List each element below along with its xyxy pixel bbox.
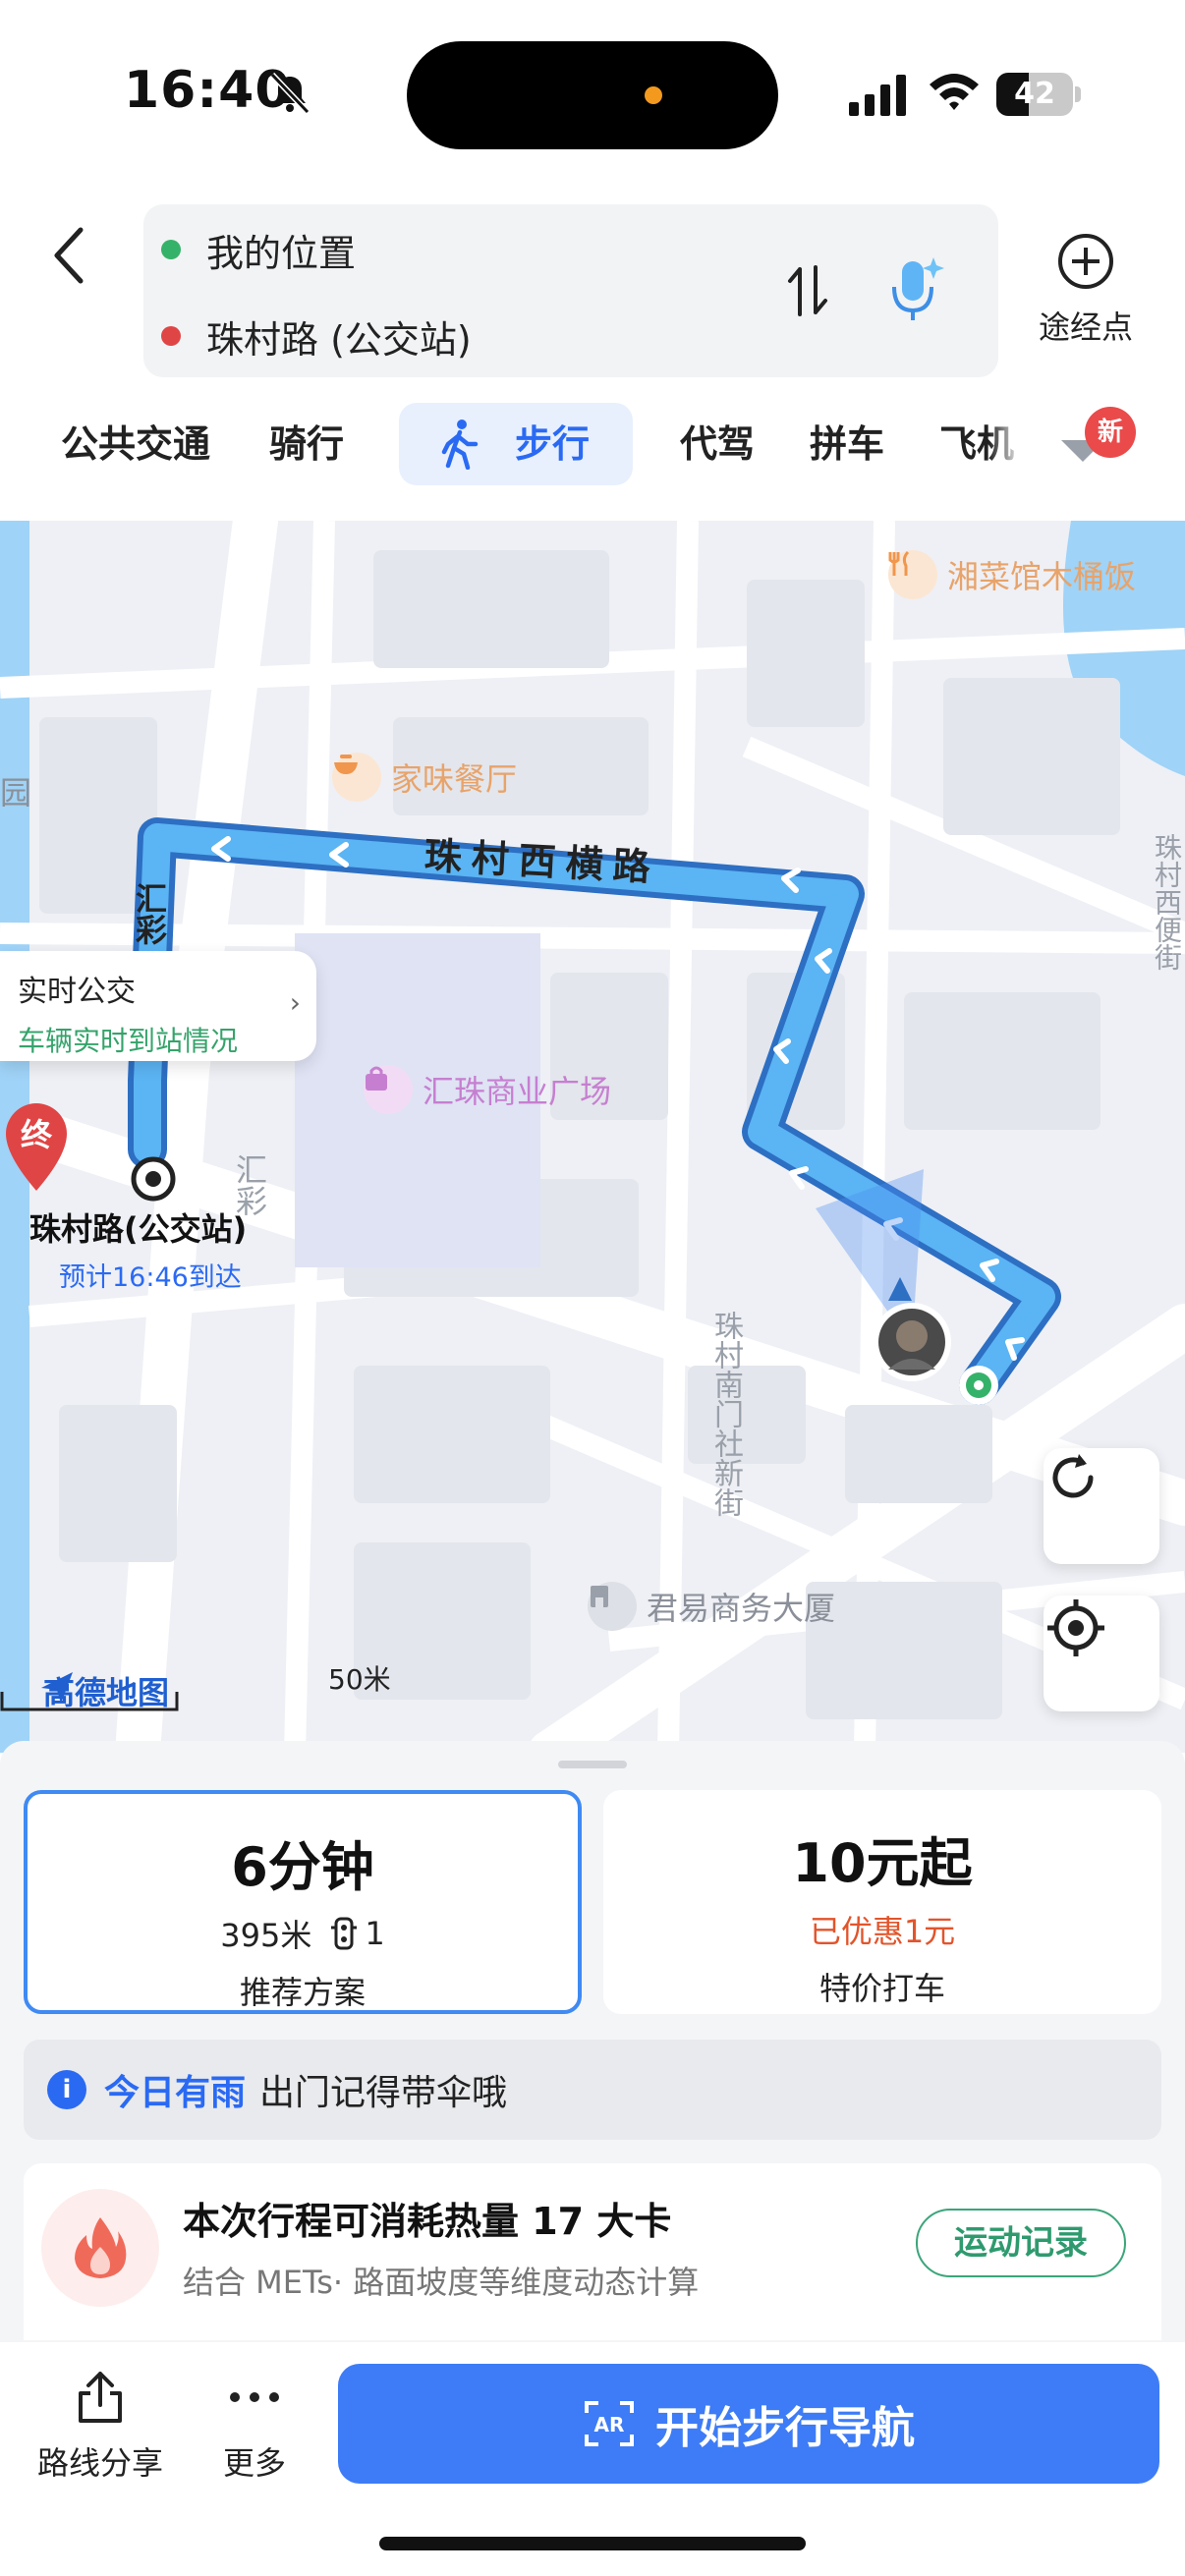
plus-circle-icon: [1058, 234, 1113, 289]
callout-title: 实时公交: [18, 975, 136, 1009]
weather-tip-bar[interactable]: i 今日有雨 出门记得带伞哦: [24, 2040, 1161, 2140]
walking-meta: 395米 1: [28, 1911, 578, 1956]
shopping-bag-icon: [364, 1065, 413, 1114]
info-icon: i: [47, 2070, 86, 2109]
wifi-icon: [930, 74, 979, 110]
more-button[interactable]: 更多: [200, 2368, 309, 2490]
restaurant-icon: [888, 550, 937, 599]
bowl-icon: [332, 753, 381, 802]
cellular-signal-icon: [849, 75, 906, 116]
share-icon: [79, 2372, 122, 2423]
destination-field[interactable]: 珠村路 (公交站): [161, 307, 472, 365]
tab-carpool[interactable]: 拼车: [810, 403, 884, 485]
tab-transit[interactable]: 公共交通: [61, 403, 210, 485]
new-badge: 新: [1085, 407, 1136, 458]
road-label-south-gate: 珠村南门社新街: [708, 1311, 743, 1517]
callout-subtitle: 车辆实时到站情况: [18, 1025, 239, 1057]
map-edge-label: 园: [0, 774, 32, 812]
svg-text:终: 终: [21, 1116, 53, 1153]
chevron-right-icon: ›: [289, 986, 301, 1019]
sheet-handle[interactable]: [558, 1761, 627, 1768]
destination-name: 珠村路(公交站): [29, 1210, 248, 1248]
origin-field[interactable]: 我的位置: [161, 220, 356, 279]
tab-cycling[interactable]: 骑行: [269, 403, 344, 485]
clock: 16:40: [124, 61, 292, 120]
tab-flight[interactable]: 飞机: [939, 403, 1022, 485]
taxi-discount: 已优惠1元: [809, 1913, 956, 1950]
privacy-indicator: [645, 86, 662, 104]
poi-mall-label: 汇珠商业广场: [423, 1073, 612, 1110]
back-button[interactable]: [39, 216, 98, 295]
add-waypoint-button[interactable]: 途经点: [1022, 232, 1150, 350]
map-canvas: [0, 521, 1185, 1753]
walking-plan-card[interactable]: 6分钟 395米 1 推荐方案: [24, 1790, 582, 2014]
more-label: 更多: [222, 2444, 286, 2482]
silent-bell-icon: [269, 72, 310, 115]
start-walking-navigation-button[interactable]: AR 开始步行导航: [338, 2364, 1159, 2484]
poi-hunan-label: 湘菜馆木桶饭: [947, 558, 1137, 595]
poi-building-label: 君易商务大厦: [647, 1590, 836, 1627]
ar-icon: AR: [585, 2401, 634, 2446]
more-dots-icon: [230, 2392, 279, 2402]
origin-dot: [161, 240, 181, 259]
taxi-price: 10元起: [792, 1832, 973, 1894]
share-label: 路线分享: [36, 2444, 163, 2482]
home-indicator: [379, 2537, 806, 2550]
swap-button[interactable]: [780, 259, 835, 322]
calorie-card: 本次行程可消耗热量 17 大卡 结合 METs· 路面坡度等维度动态计算 运动记…: [24, 2163, 1161, 2340]
voice-input-button[interactable]: [884, 252, 947, 326]
exercise-record-button[interactable]: 运动记录: [916, 2209, 1126, 2277]
chevron-left-icon: [54, 227, 84, 284]
refresh-button[interactable]: [1044, 1448, 1159, 1564]
road-label-huicai: 汇彩: [131, 882, 168, 945]
weather-title: 今日有雨: [104, 2073, 247, 2113]
building-icon: [588, 1582, 637, 1631]
poi-office-building[interactable]: 君易商务大厦: [588, 1582, 835, 1631]
status-bar: 16:40 42: [0, 0, 1185, 187]
swap-arrows-icon: [788, 265, 827, 316]
destination-pin-icon: 终: [5, 1102, 68, 1191]
realtime-bus-callout[interactable]: 实时公交 车辆实时到站情况 ›: [0, 951, 316, 1061]
origin-label: 我的位置: [206, 231, 357, 275]
taxi-plan-card[interactable]: 10元起 已优惠1元 特价打车: [603, 1790, 1161, 2014]
poi-hunan-restaurant[interactable]: 湘菜馆木桶饭: [888, 550, 1136, 599]
road-label-west-street: 珠村西便街: [1151, 833, 1183, 971]
map-view[interactable]: 园 湘菜馆木桶饭 家味餐厅 汇珠商业广场 君易商务大厦 珠村西横路 汇彩 汇彩 …: [0, 521, 1185, 1753]
destination-label: 珠村路 (公交站): [206, 317, 472, 362]
weather-text: 出门记得带伞哦: [259, 2073, 508, 2113]
taxi-plan-tag: 特价打车: [818, 1970, 945, 2007]
dynamic-island: [407, 41, 778, 149]
flame-icon: [41, 2189, 159, 2307]
traffic-light-icon: [331, 1917, 358, 1950]
waypoint-label: 途经点: [1038, 308, 1133, 346]
battery-indicator: 42: [996, 73, 1081, 116]
crosshair-icon: [1047, 1599, 1104, 1656]
poi-jiawei-label: 家味餐厅: [391, 760, 518, 798]
svg-text:AR: AR: [594, 2413, 625, 2436]
refresh-icon: [1052, 1454, 1094, 1498]
destination-dot: [161, 326, 181, 346]
tab-walking-label: 步行: [515, 422, 591, 466]
tab-walking[interactable]: 步行: [399, 403, 633, 485]
calorie-subtitle: 结合 METs· 路面坡度等维度动态计算: [183, 2264, 700, 2301]
walking-distance: 395米: [220, 1917, 312, 1954]
start-navigation-label: 开始步行导航: [655, 2403, 915, 2453]
traffic-light-count: 1: [365, 1915, 385, 1952]
poi-jiawei-restaurant[interactable]: 家味餐厅: [332, 753, 517, 802]
tab-chauffeur[interactable]: 代驾: [680, 403, 755, 485]
microphone-icon: [892, 257, 944, 320]
walking-person-icon: [441, 420, 479, 470]
scale-label: 50米: [328, 1663, 391, 1696]
travel-mode-tabs: 公共交通 骑行 步行 代驾 拼车 飞机 新: [0, 403, 1185, 505]
locate-button[interactable]: [1044, 1596, 1159, 1711]
poi-mall[interactable]: 汇珠商业广场: [364, 1065, 611, 1114]
calorie-title: 本次行程可消耗热量 17 大卡: [183, 2200, 672, 2243]
walking-plan-tag: 推荐方案: [239, 1974, 366, 2011]
scale-bar: [0, 1692, 179, 1711]
share-route-button[interactable]: 路线分享: [28, 2368, 173, 2490]
destination-eta: 预计16:46到达: [59, 1262, 242, 1293]
walking-duration: 6分钟: [231, 1836, 374, 1898]
